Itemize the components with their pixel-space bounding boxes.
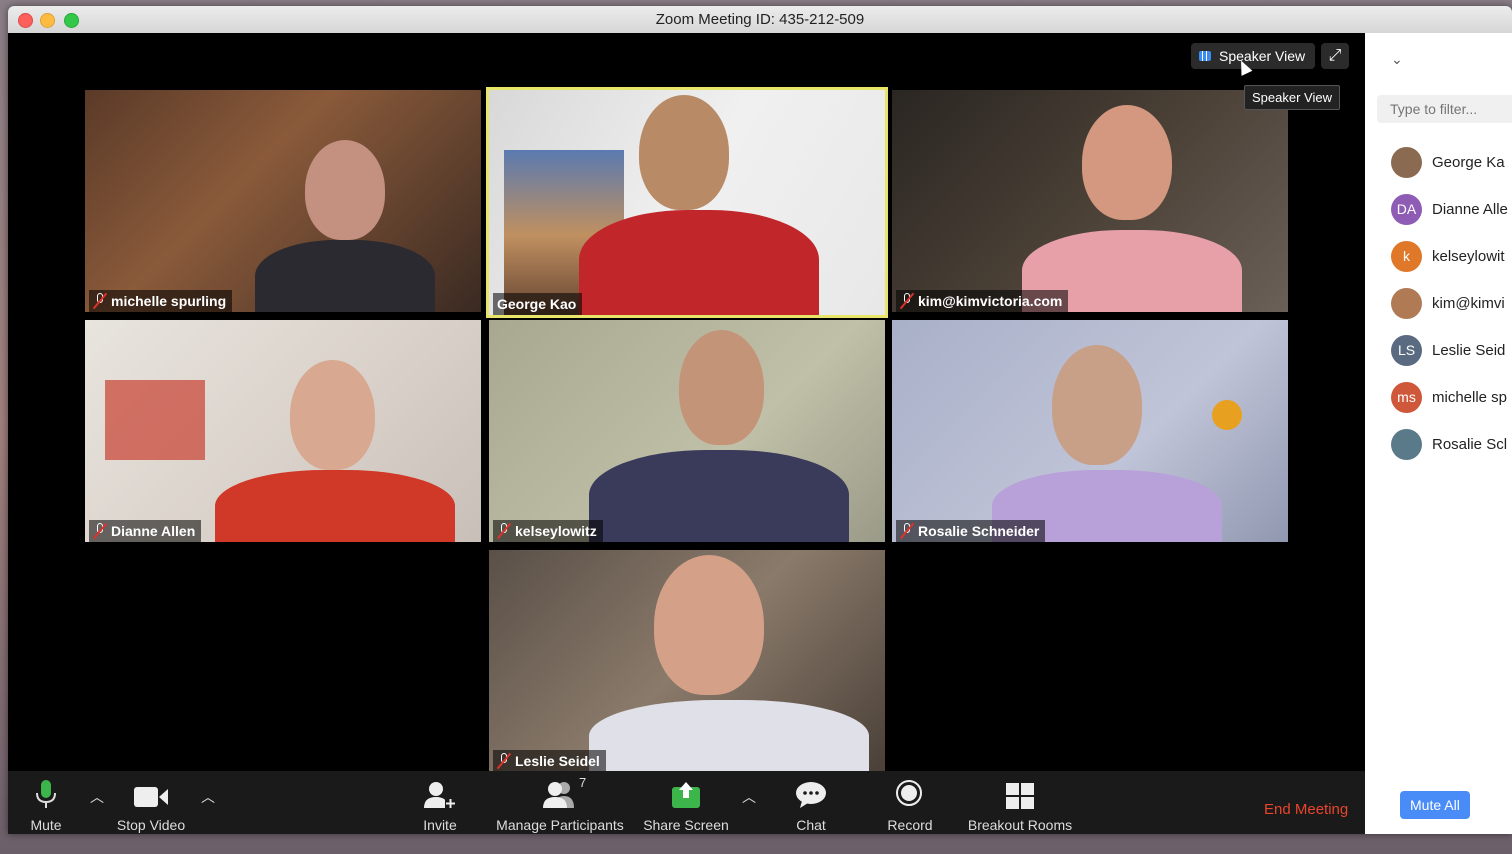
participant-row-kelseylowitz[interactable]: k kelseylowit — [1391, 240, 1505, 272]
participant-row-dianne-allen[interactable]: DA Dianne Alle — [1391, 193, 1508, 225]
muted-mic-icon — [497, 523, 511, 539]
chat-bubble-icon — [796, 782, 826, 808]
avatar: ms — [1391, 381, 1422, 413]
breakout-rooms-icon — [1006, 783, 1034, 809]
muted-mic-icon — [93, 293, 107, 309]
participant-row-leslie-seidel[interactable]: LS Leslie Seid — [1391, 334, 1505, 366]
speaker-view-tooltip: Speaker View — [1244, 85, 1340, 110]
share-screen-icon — [672, 782, 700, 808]
fullscreen-icon: ⤢ — [1328, 47, 1342, 64]
breakout-rooms-button[interactable]: Breakout Rooms — [966, 779, 1074, 833]
participant-name-label: Dianne Allen — [89, 520, 202, 542]
muted-mic-icon — [900, 293, 914, 309]
zoom-window: Zoom Meeting ID: 435-212-509 michelle sp… — [8, 6, 1512, 834]
video-options-caret[interactable]: ︿ — [201, 787, 215, 807]
participant-name-label: kim@kimvictoria.com — [896, 290, 1069, 312]
mute-all-button[interactable]: Mute All — [1400, 791, 1470, 819]
end-meeting-button[interactable]: End Meeting — [1264, 801, 1348, 818]
participants-icon — [543, 782, 574, 808]
video-tile-michelle-spurling[interactable]: michelle spurling — [85, 90, 481, 312]
avatar: k — [1391, 240, 1422, 272]
chevron-down-icon[interactable]: ⌄ — [1391, 51, 1403, 68]
record-button[interactable]: Record — [885, 779, 935, 833]
muted-mic-icon — [497, 753, 511, 769]
invite-button[interactable]: Invite — [420, 779, 460, 833]
avatar — [1391, 287, 1422, 319]
meeting-toolbar: Mute ︿ Stop Video ︿ Invite 7 Manage Part… — [8, 771, 1365, 834]
audio-options-caret[interactable]: ︿ — [90, 787, 104, 807]
fullscreen-button[interactable]: ⤢ — [1321, 43, 1349, 69]
video-tile-kim[interactable]: kim@kimvictoria.com — [892, 90, 1288, 312]
speaker-view-button[interactable]: Speaker View — [1191, 43, 1316, 69]
add-person-icon — [424, 782, 456, 809]
muted-mic-icon — [93, 523, 107, 539]
video-camera-icon — [134, 787, 168, 807]
participant-name-label: kelseylowitz — [493, 520, 603, 542]
stop-video-button[interactable]: Stop Video — [116, 779, 186, 833]
participant-row-george-kao[interactable]: George Ka — [1391, 146, 1505, 178]
participant-name-label: George Kao — [493, 293, 583, 315]
gallery-grid-icon — [1199, 51, 1211, 61]
participants-panel: ⌄ George Ka DA Dianne Alle k kelseylowit… — [1365, 33, 1512, 834]
participant-row-rosalie-schneider[interactable]: Rosalie Scl — [1391, 428, 1507, 460]
mute-button[interactable]: Mute — [26, 779, 66, 833]
microphone-icon — [36, 780, 56, 808]
participant-name-label: michelle spurling — [89, 290, 233, 312]
video-gallery: michelle spurling George Kao kim@kimvict… — [8, 33, 1365, 772]
title-bar: Zoom Meeting ID: 435-212-509 — [8, 6, 1512, 34]
video-tile-rosalie-schneider[interactable]: Rosalie Schneider — [892, 320, 1288, 542]
video-tile-leslie-seidel[interactable]: Leslie Seidel — [489, 550, 885, 772]
participant-name-label: Rosalie Schneider — [896, 520, 1046, 542]
chat-button[interactable]: Chat — [791, 779, 831, 833]
record-icon — [896, 780, 922, 806]
participant-row-michelle-spurling[interactable]: ms michelle sp — [1391, 381, 1507, 413]
manage-participants-button[interactable]: 7 Manage Participants — [494, 775, 626, 833]
video-tile-george-kao[interactable]: George Kao — [486, 87, 888, 318]
share-screen-button[interactable]: Share Screen — [641, 779, 731, 833]
avatar — [1391, 146, 1422, 178]
participant-row-kim[interactable]: kim@kimvi — [1391, 287, 1505, 319]
participant-count: 7 — [579, 775, 587, 790]
avatar: LS — [1391, 334, 1422, 366]
participant-name-label: Leslie Seidel — [493, 750, 606, 772]
share-options-caret[interactable]: ︿ — [742, 787, 756, 807]
video-tile-dianne-allen[interactable]: Dianne Allen — [85, 320, 481, 542]
video-tile-kelseylowitz[interactable]: kelseylowitz — [489, 320, 885, 542]
participant-filter-input[interactable] — [1377, 95, 1512, 123]
avatar: DA — [1391, 193, 1422, 225]
muted-mic-icon — [900, 523, 914, 539]
avatar — [1391, 428, 1422, 460]
window-title: Zoom Meeting ID: 435-212-509 — [655, 11, 865, 28]
